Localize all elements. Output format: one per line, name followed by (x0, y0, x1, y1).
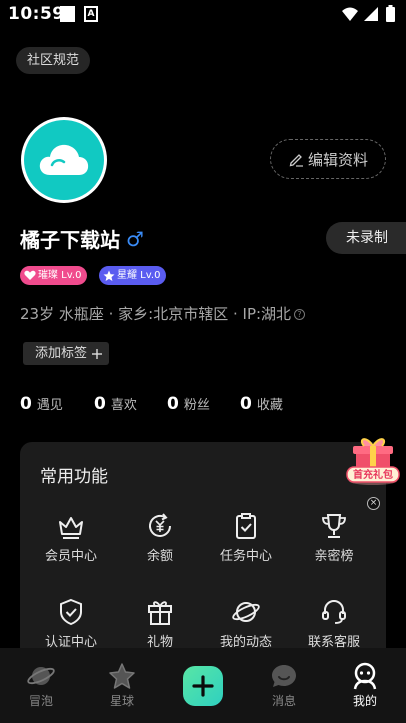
gift-box-icon (148, 601, 172, 625)
func-intimacy-ranking[interactable]: 亲密榜 (291, 512, 377, 564)
func-member-center[interactable]: 会员中心 (28, 512, 114, 564)
app-notification-icon: A (84, 6, 98, 22)
func-customer-service[interactable]: 联系客服 (291, 598, 377, 650)
common-functions-card: 常用功能 会员中心 余额 任务中心 亲密榜 认证中心 礼物 我的动态 联系客服 (20, 442, 386, 682)
level-badge-star: 星耀 Lv.0 (99, 266, 167, 285)
username: 橘子下载站 (20, 228, 120, 252)
tab-star-planet[interactable]: 星球 (92, 662, 152, 709)
edit-profile-label: 编辑资料 (307, 150, 368, 169)
community-rules-button[interactable]: 社区规范 (16, 47, 91, 74)
gift-banner-close-icon[interactable]: × (367, 497, 380, 510)
headset-icon (322, 600, 346, 624)
crown-icon (59, 517, 83, 539)
status-bar: 10:59 A (0, 0, 406, 30)
chat-bubble-tab-icon (272, 665, 296, 687)
add-tag-button[interactable]: 添加标签 (23, 342, 110, 365)
yuan-refresh-icon (149, 513, 171, 537)
notification-square-icon (60, 6, 75, 22)
username-row: 橘子下载站 ♂ (20, 224, 144, 253)
planet-tab-icon (27, 667, 55, 685)
voice-intro-button[interactable]: 未录制 (326, 222, 406, 254)
func-task-center[interactable]: 任务中心 (203, 512, 289, 564)
profile-info-line: 23岁 水瓶座 · 家乡:北京市辖区 · IP:湖北? (20, 303, 306, 324)
stat-encounters[interactable]: 0 遇见 (20, 394, 63, 414)
func-my-posts[interactable]: 我的动态 (203, 598, 289, 650)
first-recharge-gift-label: 首充礼包 (353, 468, 393, 481)
trophy-icon (322, 514, 346, 538)
star-badge-icon (103, 270, 115, 281)
status-time: 10:59 (8, 4, 65, 24)
cloud-icon (39, 144, 89, 175)
create-post-button[interactable] (183, 666, 223, 706)
plus-small-icon (92, 348, 103, 359)
avatar[interactable] (21, 117, 107, 203)
level-badge-brilliance: 璀璨 Lv.0 (20, 266, 88, 285)
planet-icon (232, 602, 260, 622)
clipboard-check-icon (236, 513, 256, 539)
tab-messages[interactable]: 消息 (254, 662, 314, 709)
tab-mine[interactable]: 我的 (335, 662, 395, 709)
plus-icon (192, 675, 214, 697)
pencil-icon (289, 154, 303, 167)
shield-check-icon (60, 598, 82, 626)
func-verification-center[interactable]: 认证中心 (28, 598, 114, 650)
gift-package-icon: 首充礼包 (346, 438, 400, 485)
male-gender-icon: ♂ (126, 226, 144, 251)
heart-icon (24, 270, 36, 280)
tab-bubble[interactable]: 冒泡 (11, 662, 71, 709)
stat-likes[interactable]: 0 喜欢 (94, 394, 137, 414)
edit-profile-button[interactable]: 编辑资料 (270, 139, 386, 179)
help-icon[interactable]: ? (294, 309, 306, 320)
profile-tab-icon (353, 662, 377, 690)
first-recharge-gift-banner[interactable]: 首充礼包 (346, 433, 400, 489)
common-functions-title: 常用功能 (40, 467, 108, 487)
star-tab-icon (109, 663, 135, 689)
func-gifts[interactable]: 礼物 (117, 598, 203, 650)
func-balance[interactable]: 余额 (117, 512, 203, 564)
stat-favorites[interactable]: 0 收藏 (240, 394, 283, 414)
status-indicators-icon (342, 5, 395, 22)
stat-fans[interactable]: 0 粉丝 (167, 394, 210, 414)
